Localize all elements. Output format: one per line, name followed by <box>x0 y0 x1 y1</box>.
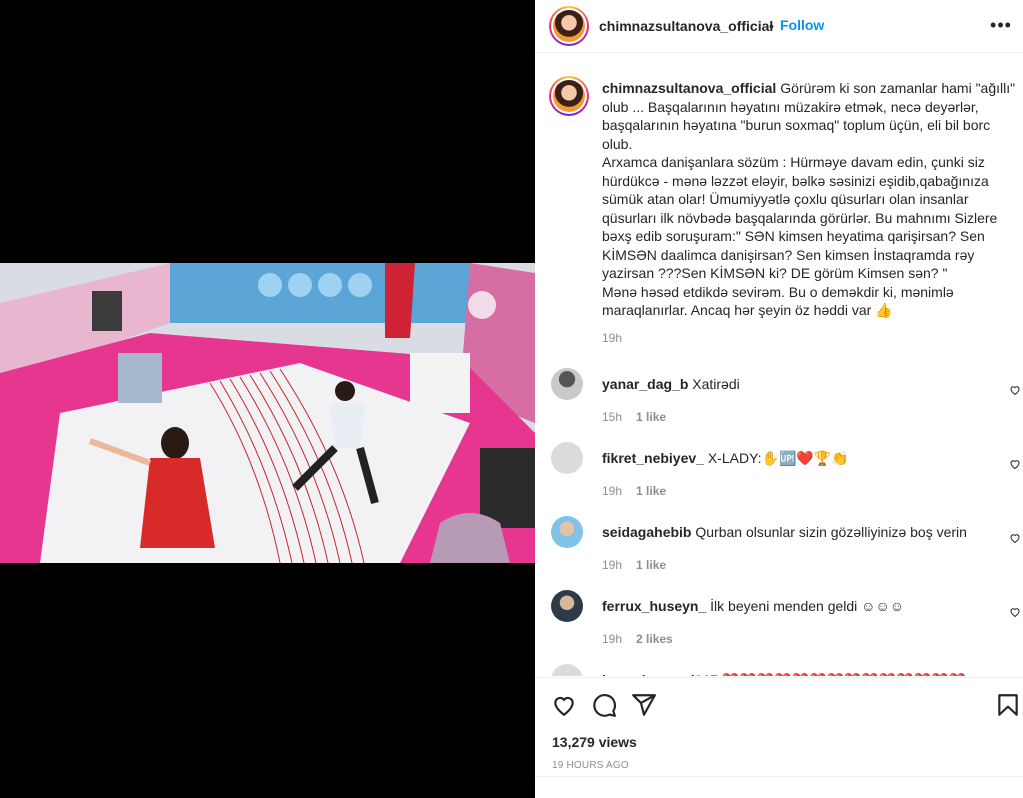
comment-text: İlk beyeni menden geldi ☺☺☺ <box>710 598 905 614</box>
comment-time[interactable]: 19h <box>602 558 622 572</box>
video-player[interactable] <box>0 263 535 563</box>
heart-icon[interactable] <box>551 692 577 718</box>
commenter-avatar[interactable] <box>551 442 583 474</box>
commenter-avatar[interactable] <box>551 368 583 400</box>
comment-heart-icon[interactable] <box>1009 458 1021 470</box>
post-timestamp[interactable]: 19 HOURS AGO <box>552 760 629 771</box>
comment-time[interactable]: 15h <box>602 410 622 424</box>
post-caption: chimnazsultanova_official Görürəm ki son … <box>602 79 1018 320</box>
comment-item: yanar_dag_b Xatirədi 15h 1 like <box>535 368 1023 438</box>
comments-scroll-area[interactable]: chimnazsultanova_official Görürəm ki son … <box>535 54 1023 676</box>
comment-text: ❤️❤️❤️❤️❤️❤️❤️❤️❤️❤️❤️❤️❤️❤️ <box>722 672 966 676</box>
comment-item: ferrux_huseyn_ İlk beyeni menden geldi ☺… <box>535 590 1023 660</box>
comment-item: fikret_nebiyev_ X-LADY:✋🆙❤️🏆👏 19h 1 like <box>535 442 1023 512</box>
comment-time[interactable]: 19h <box>602 484 622 498</box>
bookmark-icon[interactable] <box>995 692 1021 718</box>
caption-text: Görürəm ki son zamanlar hami "ağıllı" ol… <box>602 80 1016 318</box>
comment-username[interactable]: ferrux_huseyn_ <box>602 598 706 614</box>
comment-icon[interactable] <box>591 692 617 718</box>
commenter-avatar[interactable] <box>551 590 583 622</box>
comment-text: Qurban olsunlar sizin gözəlliyinizə boş … <box>695 524 967 540</box>
author-avatar[interactable] <box>549 6 589 46</box>
comment-heart-icon[interactable] <box>1009 384 1021 396</box>
caption-timestamp[interactable]: 19h <box>602 331 622 345</box>
follow-button[interactable]: Follow <box>780 17 824 33</box>
comment-likes[interactable]: 1 like <box>636 484 666 498</box>
comment-likes[interactable]: 1 like <box>636 558 666 572</box>
comment-username[interactable]: fikret_nebiyev_ <box>602 450 704 466</box>
comment-likes[interactable]: 1 like <box>636 410 666 424</box>
share-icon[interactable] <box>631 692 657 718</box>
view-count[interactable]: 13,279 views <box>552 734 637 750</box>
comment-heart-icon[interactable] <box>1009 532 1021 544</box>
comment-username[interactable]: hesseinnezeri017 <box>602 672 718 676</box>
comment-username[interactable]: yanar_dag_b <box>602 376 688 392</box>
comment-heart-icon[interactable] <box>1009 606 1021 618</box>
comment-text: X-LADY:✋🆙❤️🏆👏 <box>707 450 849 466</box>
post-header: chimnazsultanova_official • Follow ••• <box>535 0 1023 53</box>
comment-likes[interactable]: 2 likes <box>636 632 673 646</box>
comment-username[interactable]: seidagahebib <box>602 524 691 540</box>
caption-username[interactable]: chimnazsultanova_official <box>602 80 776 96</box>
post-media[interactable] <box>0 0 535 798</box>
author-username[interactable]: chimnazsultanova_official <box>599 18 773 34</box>
separator-dot: • <box>769 18 774 34</box>
post-detail-panel: chimnazsultanova_official • Follow ••• c… <box>535 0 1023 798</box>
commenter-avatar[interactable] <box>551 516 583 548</box>
more-icon[interactable]: ••• <box>987 12 1015 40</box>
add-comment-bar <box>535 776 1023 798</box>
comment-item: hesseinnezeri017 ❤️❤️❤️❤️❤️❤️❤️❤️❤️❤️❤️❤… <box>535 664 1023 676</box>
commenter-avatar[interactable] <box>551 664 583 676</box>
caption-author-avatar[interactable] <box>549 76 589 116</box>
comment-text: Xatirədi <box>692 376 740 392</box>
comment-item: seidagahebib Qurban olsunlar sizin gözəl… <box>535 516 1023 586</box>
video-frame-image <box>0 263 535 563</box>
comment-time[interactable]: 19h <box>602 632 622 646</box>
